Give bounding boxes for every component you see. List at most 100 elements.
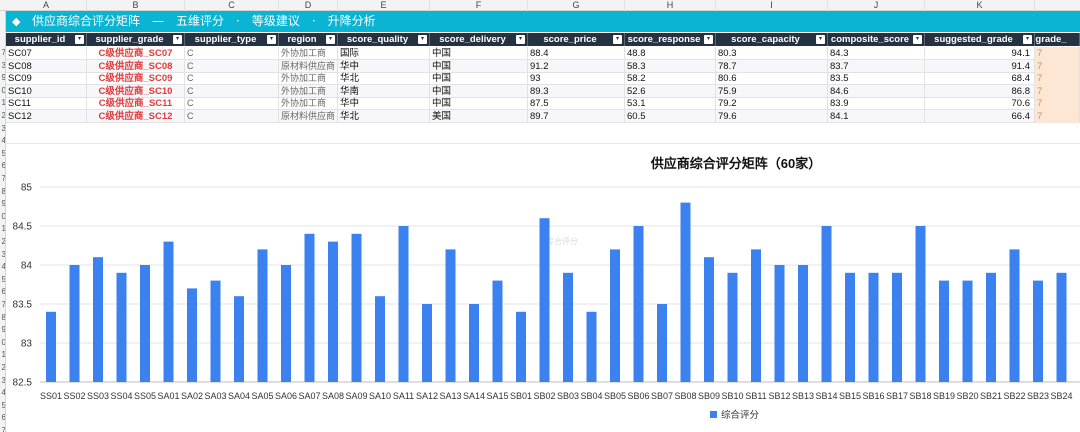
column-letter[interactable]: J bbox=[828, 0, 925, 11]
cell-suggested-grade[interactable]: 86.8 bbox=[925, 84, 1035, 98]
header-label: supplier_id bbox=[14, 34, 66, 45]
filter-dropdown-icon[interactable]: ▾ bbox=[173, 35, 182, 44]
filter-dropdown-icon[interactable]: ▾ bbox=[516, 35, 525, 44]
cell-composite-score[interactable]: 84.3 bbox=[828, 47, 925, 60]
cell-supplier-type[interactable]: C bbox=[185, 110, 279, 123]
cell-score-capacity[interactable]: 80.3 bbox=[716, 47, 828, 60]
cell-score-price[interactable]: 88.4 bbox=[528, 47, 625, 60]
cell-region[interactable]: 原材料供应商 bbox=[279, 110, 338, 123]
column-letter[interactable]: F bbox=[430, 0, 528, 11]
cell-grade-[interactable]: 7 bbox=[1035, 47, 1080, 60]
cell-region[interactable]: 外协加工商 bbox=[279, 47, 338, 60]
cell-score-delivery[interactable]: 中国 bbox=[430, 72, 528, 86]
cell-region[interactable]: 外协加工商 bbox=[279, 97, 338, 111]
cell-score-quality[interactable]: 华中 bbox=[338, 59, 430, 73]
cell-grade-[interactable]: 7 bbox=[1035, 110, 1080, 123]
cell-score-delivery[interactable]: 中国 bbox=[430, 47, 528, 60]
cell-score-response[interactable]: 48.8 bbox=[625, 47, 716, 60]
cell-supplier-grade[interactable]: C级供应商_SC10 bbox=[87, 84, 185, 98]
cell-supplier-grade[interactable]: C级供应商_SC12 bbox=[87, 110, 185, 123]
filter-dropdown-icon[interactable]: ▾ bbox=[267, 35, 276, 44]
cell-supplier-id[interactable]: SC08 bbox=[6, 59, 87, 73]
cell-score-price[interactable]: 93 bbox=[528, 72, 625, 86]
cell-supplier-type[interactable]: C bbox=[185, 59, 279, 73]
cell-grade-[interactable]: 7 bbox=[1035, 59, 1080, 73]
cell-score-price[interactable]: 87.5 bbox=[528, 97, 625, 111]
row-number[interactable]: 3 bbox=[0, 122, 5, 135]
cell-score-price[interactable]: 89.3 bbox=[528, 84, 625, 98]
column-letter[interactable]: I bbox=[716, 0, 828, 11]
cell-supplier-grade[interactable]: C级供应商_SC11 bbox=[87, 97, 185, 111]
column-letter[interactable]: K bbox=[925, 0, 1035, 11]
cell-score-quality[interactable]: 国际 bbox=[338, 47, 430, 60]
cell-score-response[interactable]: 58.2 bbox=[625, 72, 716, 86]
cell-suggested-grade[interactable]: 66.4 bbox=[925, 110, 1035, 123]
cell-score-price[interactable]: 91.2 bbox=[528, 59, 625, 73]
cell-score-delivery[interactable]: 美国 bbox=[430, 110, 528, 123]
cell-score-delivery[interactable]: 中国 bbox=[430, 59, 528, 73]
cell-supplier-type[interactable]: C bbox=[185, 84, 279, 98]
cell-score-capacity[interactable]: 79.2 bbox=[716, 97, 828, 111]
x-tick-label: SB18 bbox=[909, 391, 931, 401]
cell-suggested-grade[interactable]: 70.6 bbox=[925, 97, 1035, 111]
cell-supplier-type[interactable]: C bbox=[185, 72, 279, 86]
cell-supplier-id[interactable]: SC07 bbox=[6, 47, 87, 60]
filter-dropdown-icon[interactable]: ▾ bbox=[326, 35, 335, 44]
cell-region[interactable]: 原材料供应商 bbox=[279, 59, 338, 73]
cell-score-response[interactable]: 52.6 bbox=[625, 84, 716, 98]
cell-score-quality[interactable]: 华北 bbox=[338, 72, 430, 86]
column-letter[interactable]: B bbox=[87, 0, 185, 11]
cell-score-response[interactable]: 53.1 bbox=[625, 97, 716, 111]
cell-supplier-id[interactable]: SC09 bbox=[6, 72, 87, 86]
cell-composite-score[interactable]: 83.7 bbox=[828, 59, 925, 73]
cell-score-quality[interactable]: 华北 bbox=[338, 110, 430, 123]
cell-region[interactable]: 外协加工商 bbox=[279, 72, 338, 86]
column-letter[interactable]: D bbox=[279, 0, 338, 11]
cell-score-response[interactable]: 60.5 bbox=[625, 110, 716, 123]
column-letter[interactable]: G bbox=[528, 0, 625, 11]
filter-dropdown-icon[interactable]: ▾ bbox=[1023, 35, 1032, 44]
cell-supplier-type[interactable]: C bbox=[185, 47, 279, 60]
cell-score-quality[interactable]: 华南 bbox=[338, 84, 430, 98]
cell-suggested-grade[interactable]: 91.4 bbox=[925, 59, 1035, 73]
cell-supplier-id[interactable]: SC11 bbox=[6, 97, 87, 111]
cell-score-capacity[interactable]: 75.9 bbox=[716, 84, 828, 98]
cell-grade-[interactable]: 7 bbox=[1035, 84, 1080, 98]
filter-dropdown-icon[interactable]: ▾ bbox=[816, 35, 825, 44]
cell-supplier-id[interactable]: SC10 bbox=[6, 84, 87, 98]
cell-score-response[interactable]: 58.3 bbox=[625, 59, 716, 73]
filter-dropdown-icon[interactable]: ▾ bbox=[613, 35, 622, 44]
cell-suggested-grade[interactable]: 94.1 bbox=[925, 47, 1035, 60]
cell-grade-[interactable]: 7 bbox=[1035, 97, 1080, 111]
cell-supplier-grade[interactable]: C级供应商_SC07 bbox=[87, 47, 185, 60]
cell-score-capacity[interactable]: 80.6 bbox=[716, 72, 828, 86]
cell-supplier-grade[interactable]: C级供应商_SC09 bbox=[87, 72, 185, 86]
cell-suggested-grade[interactable]: 68.4 bbox=[925, 72, 1035, 86]
x-tick-label: SA07 bbox=[298, 391, 320, 401]
cell-score-capacity[interactable]: 79.6 bbox=[716, 110, 828, 123]
x-tick-label: SB24 bbox=[1050, 391, 1072, 401]
cell-composite-score[interactable]: 83.5 bbox=[828, 72, 925, 86]
filter-dropdown-icon[interactable]: ▾ bbox=[418, 35, 427, 44]
column-letter[interactable]: A bbox=[6, 0, 87, 11]
cell-supplier-id[interactable]: SC12 bbox=[6, 110, 87, 123]
cell-composite-score[interactable]: 84.6 bbox=[828, 84, 925, 98]
cell-supplier-grade[interactable]: C级供应商_SC08 bbox=[87, 59, 185, 73]
cell-score-quality[interactable]: 华中 bbox=[338, 97, 430, 111]
filter-dropdown-icon[interactable]: ▾ bbox=[704, 35, 713, 44]
column-letter[interactable]: E bbox=[338, 0, 430, 11]
cell-composite-score[interactable]: 83.9 bbox=[828, 97, 925, 111]
cell-score-capacity[interactable]: 78.7 bbox=[716, 59, 828, 73]
cell-score-price[interactable]: 89.7 bbox=[528, 110, 625, 123]
filter-dropdown-icon[interactable]: ▾ bbox=[75, 35, 84, 44]
cell-score-delivery[interactable]: 中国 bbox=[430, 84, 528, 98]
cell-supplier-type[interactable]: C bbox=[185, 97, 279, 111]
cell-score-delivery[interactable]: 中国 bbox=[430, 97, 528, 111]
column-letter[interactable]: C bbox=[185, 0, 279, 11]
composite-score-chart[interactable]: 供应商综合评分矩阵（60家） 综合评分 82.5 83 83.5 84 84.5 85 SS01… bbox=[6, 143, 1080, 432]
cell-composite-score[interactable]: 84.1 bbox=[828, 110, 925, 123]
cell-grade-[interactable]: 7 bbox=[1035, 72, 1080, 86]
filter-dropdown-icon[interactable]: ▾ bbox=[913, 35, 922, 44]
column-letter[interactable]: H bbox=[625, 0, 716, 11]
cell-region[interactable]: 外协加工商 bbox=[279, 84, 338, 98]
